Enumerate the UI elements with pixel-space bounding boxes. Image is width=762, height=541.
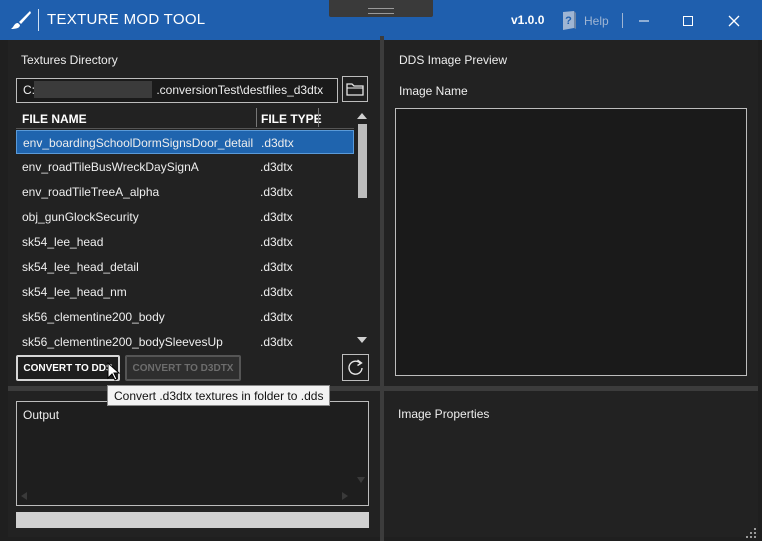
textures-directory-label: Textures Directory <box>21 53 118 67</box>
file-type: .d3dtx <box>260 310 293 324</box>
help-button[interactable]: Help <box>584 14 609 28</box>
redacted-path-segment <box>34 81 152 98</box>
file-type: .d3dtx <box>261 136 294 150</box>
mouse-cursor-icon <box>107 362 121 381</box>
browse-folder-button[interactable] <box>342 76 368 102</box>
scroll-down-icon[interactable] <box>356 336 368 344</box>
column-header-file-name[interactable]: FILE NAME <box>22 112 87 126</box>
list-item[interactable]: sk56_clementine200_body .d3dtx <box>16 305 354 329</box>
file-type: .d3dtx <box>260 210 293 224</box>
column-divider[interactable] <box>256 108 257 127</box>
maximize-icon[interactable] <box>677 10 699 32</box>
convert-to-d3dtx-button[interactable]: CONVERT TO D3DTX <box>125 355 241 381</box>
progress-bar <box>16 512 369 528</box>
file-type: .d3dtx <box>260 285 293 299</box>
tooltip: Convert .d3dtx textures in folder to .dd… <box>107 385 330 406</box>
help-book-icon[interactable]: ? <box>560 10 578 31</box>
image-name-label: Image Name <box>399 84 468 98</box>
column-header-file-type[interactable]: FILE TYPE <box>261 112 322 126</box>
list-item[interactable]: sk54_lee_head_nm .d3dtx <box>16 280 354 304</box>
refresh-button[interactable] <box>342 354 369 381</box>
scroll-left-icon[interactable] <box>20 491 28 501</box>
image-preview <box>395 108 747 376</box>
file-name: env_boardingSchoolDormSignsDoor_detail <box>23 136 254 150</box>
window-title: TEXTURE MOD TOOL <box>47 11 206 28</box>
file-type: .d3dtx <box>260 160 293 174</box>
output-label: Output <box>23 408 60 422</box>
scroll-down-icon[interactable] <box>356 476 366 484</box>
list-item[interactable]: obj_gunGlockSecurity .d3dtx <box>16 205 354 229</box>
list-item[interactable]: env_roadTileBusWreckDaySignA .d3dtx <box>16 155 354 179</box>
column-divider[interactable] <box>318 108 319 127</box>
file-type: .d3dtx <box>260 335 293 349</box>
path-suffix: .conversionTest\destfiles_d3dtx <box>156 83 324 97</box>
list-item[interactable]: env_boardingSchoolDormSignsDoor_detail .… <box>16 130 354 154</box>
scroll-right-icon[interactable] <box>341 491 349 501</box>
list-item[interactable]: env_roadTileTreeA_alpha .d3dtx <box>16 180 354 204</box>
vertical-splitter[interactable] <box>380 36 384 541</box>
list-item[interactable]: sk54_lee_head .d3dtx <box>16 230 354 254</box>
list-item[interactable]: sk56_clementine200_bodySleevesUp .d3dtx <box>16 330 354 354</box>
file-name: sk54_lee_head_nm <box>22 285 127 299</box>
file-name: sk56_clementine200_bodySleevesUp <box>22 335 223 349</box>
minimize-icon[interactable] <box>633 10 655 32</box>
convert-to-dds-button[interactable]: CONVERT TO DDS <box>16 355 120 381</box>
scrollbar-thumb[interactable] <box>358 124 367 198</box>
refresh-icon <box>348 359 363 375</box>
file-name: env_roadTileTreeA_alpha <box>22 185 160 199</box>
svg-text:?: ? <box>565 15 572 27</box>
file-type: .d3dtx <box>260 185 293 199</box>
title-separator <box>622 13 623 28</box>
output-textarea[interactable] <box>16 401 369 506</box>
list-item[interactable]: sk54_lee_head_detail .d3dtx <box>16 255 354 279</box>
title-separator <box>38 9 39 31</box>
version-label: v1.0.0 <box>511 13 545 27</box>
file-name: sk56_clementine200_body <box>22 310 165 324</box>
file-type: .d3dtx <box>260 235 293 249</box>
file-type: .d3dtx <box>260 260 293 274</box>
file-name: sk54_lee_head_detail <box>22 260 139 274</box>
image-properties-label: Image Properties <box>398 407 490 421</box>
close-icon[interactable] <box>723 10 745 32</box>
preview-heading: DDS Image Preview <box>399 53 508 67</box>
paintbrush-icon <box>11 11 31 29</box>
resize-grip-icon[interactable] <box>745 527 757 539</box>
scroll-up-icon[interactable] <box>356 112 368 120</box>
folder-icon <box>346 83 364 96</box>
file-name: sk54_lee_head <box>22 235 104 249</box>
file-name: env_roadTileBusWreckDaySignA <box>22 160 199 174</box>
file-name: obj_gunGlockSecurity <box>22 210 139 224</box>
drag-handle-icon <box>368 8 394 14</box>
